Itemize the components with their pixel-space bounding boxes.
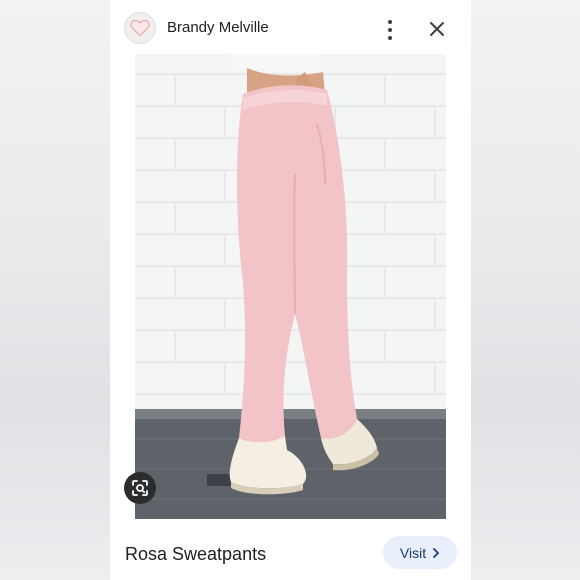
close-button[interactable] bbox=[428, 20, 446, 38]
preview-header: Brandy Melville bbox=[110, 0, 471, 54]
more-vert-dot bbox=[388, 28, 392, 32]
background-left bbox=[0, 0, 110, 580]
close-icon bbox=[430, 22, 444, 36]
heart-icon bbox=[130, 19, 150, 37]
product-title: Rosa Sweatpants bbox=[125, 544, 267, 564]
chevron-right-icon bbox=[433, 547, 439, 558]
more-vert-icon bbox=[388, 20, 392, 24]
product-image[interactable] bbox=[135, 54, 446, 519]
product-photo bbox=[135, 54, 446, 519]
site-name[interactable]: Brandy Melville bbox=[167, 19, 269, 36]
background-right bbox=[471, 0, 580, 580]
site-logo[interactable] bbox=[124, 12, 156, 44]
lens-search-icon bbox=[132, 480, 148, 496]
more-options-button[interactable] bbox=[382, 18, 398, 42]
visit-button[interactable]: Visit bbox=[383, 536, 457, 569]
visit-label: Visit bbox=[399, 544, 427, 561]
more-vert-dot bbox=[388, 36, 392, 40]
lens-search-button[interactable] bbox=[124, 472, 156, 504]
image-preview-panel: Brandy Melville Rosa Sweatpants Visit bbox=[110, 0, 471, 580]
